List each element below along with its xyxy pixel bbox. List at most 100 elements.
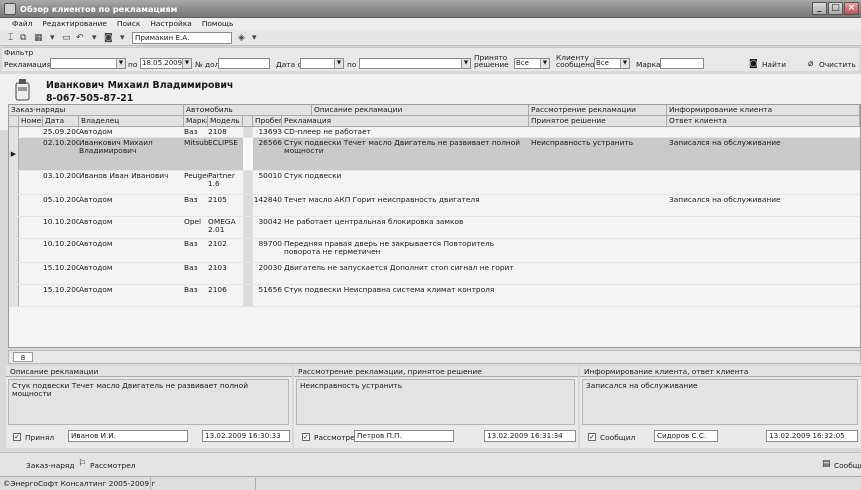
table-row[interactable]: 03.10.2008Иванов Иван Иванович PeugeotPar… [9, 171, 860, 195]
row-indicator[interactable] [9, 127, 19, 137]
col-reclamation[interactable]: Рекламация [282, 116, 529, 127]
undo-icon[interactable]: ↶ [76, 32, 84, 44]
reviewed-date-field[interactable]: 13.02.2009 16:31:34 [484, 430, 576, 442]
dropdown-icon[interactable]: ▾ [252, 32, 257, 44]
menu-edit[interactable]: Редактирование [38, 18, 113, 30]
dropdown-icon[interactable]: ▾ [92, 32, 97, 44]
table-row[interactable]: 10.10.2008Автодом Opel OMEGA 2.01 30042Не р… [9, 217, 860, 239]
cell-date: 15.10.2008 [43, 286, 79, 294]
accepted-date-field[interactable]: 13.02.2009 16:30:33 [202, 430, 290, 442]
accepted-checkbox[interactable]: ✓ [13, 433, 21, 441]
order-button[interactable]: Заказ-наряд [26, 461, 74, 470]
cell-owner: Иванкович Михаил Владимирович [79, 139, 153, 155]
cell-model: 2108 [208, 128, 227, 136]
copy-icon[interactable]: ⧉ [20, 32, 26, 44]
row-indicator[interactable] [9, 195, 19, 216]
cell-owner: Автодом [79, 196, 113, 204]
col-decision[interactable]: Принятое решение [529, 116, 667, 127]
reviewed-person-field[interactable]: Петров П.П. [354, 430, 454, 442]
save-icon[interactable]: ▭ [62, 32, 71, 44]
col-answer[interactable]: Ответ клиента [667, 116, 860, 127]
new-icon[interactable]: ⌶ [8, 32, 13, 44]
table-row[interactable]: 15.10.2008Автодом Ваз 2106 51656Стук подвес… [9, 285, 860, 307]
cell-reclamation: Передняя правая дверь не закрывается Пов… [284, 240, 495, 256]
inform-button[interactable]: Сообщил [834, 461, 861, 470]
review-panel-text[interactable]: Неисправность устранить [296, 379, 575, 425]
accepted-select[interactable]: Все ▼ [514, 58, 550, 69]
chevron-down-icon[interactable]: ▼ [461, 59, 470, 68]
client-name: Иванкович Михаил Владимирович [46, 80, 234, 91]
table-row[interactable]: 05.10.2008Автодом Ваз 2105 142840Течет масл… [9, 195, 860, 217]
col-owner[interactable]: Владелец [79, 116, 184, 127]
sms-select[interactable]: Все ▼ [594, 58, 630, 69]
chevron-down-icon[interactable]: ▼ [620, 59, 629, 68]
col-num[interactable]: Номер [19, 116, 43, 127]
close-button[interactable]: × [844, 2, 859, 15]
cell-date: 10.10.2008 [43, 218, 79, 226]
dropdown-icon[interactable]: ▾ [50, 32, 55, 44]
chevron-down-icon[interactable]: ▼ [116, 59, 125, 68]
user-combo[interactable]: Примакин Е.А. [132, 32, 232, 44]
table-row[interactable]: 25.09.2008Автодом Ваз 2108 13693CD-плеер не… [9, 127, 860, 138]
col-mileage[interactable]: Пробег [253, 116, 282, 127]
reviewed-checkbox[interactable]: ✓ [302, 433, 310, 441]
menu-settings[interactable]: Настройка [146, 18, 197, 30]
find-button[interactable]: Найти [762, 60, 786, 69]
date-to-label: по [347, 60, 357, 69]
maximize-button[interactable]: □ [828, 2, 843, 15]
dropdown-icon[interactable]: ▾ [120, 32, 125, 44]
cell-model: 2102 [208, 240, 227, 248]
col-model[interactable]: Модель [208, 116, 243, 127]
chevron-down-icon[interactable]: ▼ [334, 59, 343, 68]
row-indicator[interactable] [9, 217, 19, 238]
chevron-down-icon[interactable]: ▼ [540, 59, 549, 68]
cell-mileage: 26566 [258, 139, 282, 147]
cell-mileage: 51656 [258, 286, 282, 294]
table-row[interactable]: 10.10.2008Автодом Ваз 2102 89700Передняя пр… [9, 239, 860, 263]
row-indicator[interactable] [9, 171, 19, 194]
cell-mark: Ваз [184, 240, 198, 248]
menu-search[interactable]: Поиск [113, 18, 146, 30]
table-row[interactable]: ▶ 02.10.2008Иванкович Михаил Владимирович… [9, 138, 860, 171]
row-indicator[interactable] [9, 285, 19, 306]
informed-date-field[interactable]: 13.02.2009 16:32:05 [766, 430, 858, 442]
grid-icon[interactable]: ▦ [34, 32, 43, 44]
toolbar: ⌶ ⧉ ▦ ▾ ▭ ↶ ▾ ◙ ▾ Примакин Е.А. ◈ ▾ [0, 30, 861, 46]
informed-checkbox[interactable]: ✓ [588, 433, 596, 441]
clear-button[interactable]: Очистить [819, 60, 856, 69]
col-mark[interactable]: Марка [184, 116, 208, 127]
indicator-header [9, 116, 19, 127]
review-button[interactable]: Рассмотрел [90, 461, 135, 470]
col-date[interactable]: Дата [43, 116, 79, 127]
group-orders: Заказ-наряды [9, 105, 184, 116]
row-indicator[interactable] [9, 239, 19, 262]
date-to-input[interactable]: ▼ [359, 58, 471, 69]
mark-label: Марка [636, 60, 661, 69]
reclamation-from-input[interactable]: ▼ [50, 58, 126, 69]
binoculars-icon[interactable]: ◙ [104, 32, 113, 44]
cell-reclamation: Стук подвески Неисправна система климат … [284, 286, 495, 294]
chevron-down-icon[interactable]: ▼ [182, 59, 191, 68]
desc-panel-text[interactable]: Стук подвески Течет масло Двигатель не р… [8, 379, 289, 425]
row-indicator[interactable]: ▶ [9, 138, 19, 170]
row-indicator[interactable] [9, 263, 19, 284]
mark-input[interactable] [660, 58, 704, 69]
cell-date: 10.10.2008 [43, 240, 79, 248]
menu-file[interactable]: Файл [8, 18, 38, 30]
inform-panel-text[interactable]: Записался на обслуживание [582, 379, 858, 425]
date-from-label: Дата с [276, 60, 302, 69]
cell-reclamation: CD-плеер не работает [284, 128, 371, 136]
menu-help[interactable]: Помощь [198, 18, 240, 30]
cell-model: 2106 [208, 286, 227, 294]
table-row[interactable]: 15.10.2008Автодом Ваз 2103 20030Двигатель н… [9, 263, 860, 285]
binoculars-icon[interactable]: ◙ [749, 59, 758, 69]
accepted-person-field[interactable]: Иванов И.И. [68, 430, 188, 442]
cell-mileage: 30042 [258, 218, 282, 226]
tools-icon[interactable]: ◈ [238, 32, 245, 44]
clear-icon[interactable]: ⌀ [808, 59, 813, 69]
informed-person-field[interactable]: Сидоров С.С. [654, 430, 718, 442]
zn-input[interactable] [218, 58, 270, 69]
minimize-button[interactable]: _ [812, 2, 827, 15]
po-date-input[interactable]: 18.05.2009 ▼ [140, 58, 192, 69]
date-from-input[interactable]: ▼ [300, 58, 344, 69]
